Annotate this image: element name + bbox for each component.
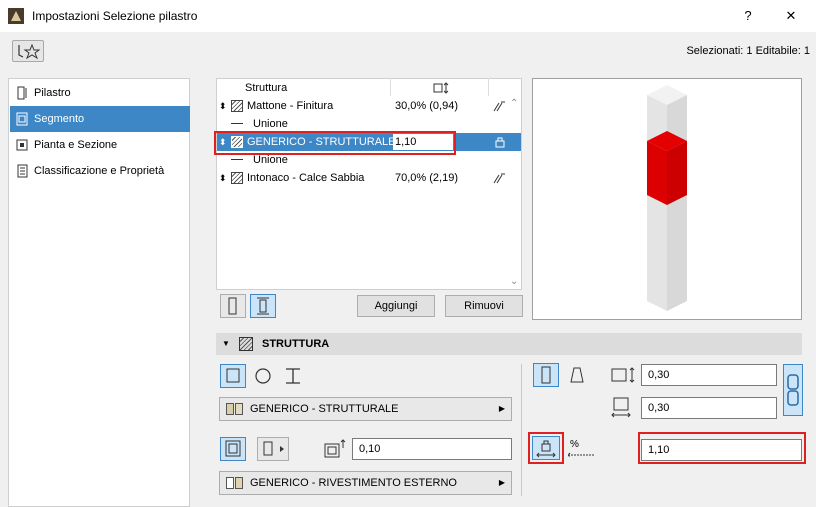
dimension-option-icon[interactable] [493, 99, 507, 113]
settings-nav-panel: Pilastro Segmento Pianta e Sezione Class… [8, 78, 190, 507]
circular-shape-button[interactable] [250, 364, 276, 388]
dropdown-value: GENERICO - RIVESTIMENTO ESTERNO [250, 477, 457, 489]
veneer-thickness-icon [324, 439, 346, 458]
favorites-button[interactable] [12, 40, 44, 62]
thickness-icon [433, 82, 449, 94]
list-row[interactable]: ⬍ Mattone - Finitura 30,0% (0,94) [217, 97, 521, 115]
column-divider [390, 78, 391, 96]
dimension-line-icon [567, 452, 594, 458]
archicad-app-icon [8, 8, 24, 24]
core-material-dropdown[interactable]: GENERICO - STRUTTURALE ▶ [219, 397, 512, 421]
material-swatch-icon [226, 403, 234, 415]
rectangular-shape-button[interactable] [220, 364, 246, 388]
dropdown-value: GENERICO - STRUTTURALE [250, 403, 399, 415]
selection-count: Selezionati: 1 Editabile: 1 [686, 45, 810, 57]
lock-option-icon[interactable] [493, 135, 507, 149]
nav-item-label: Classificazione e Proprietà [34, 165, 165, 177]
nav-item-pilastro[interactable]: Pilastro [10, 80, 190, 106]
veneer-icon [225, 440, 241, 457]
row-value: 30,0% (0,94) [395, 100, 458, 112]
column-3d-preview [647, 85, 687, 311]
material-swatch-icon [226, 477, 234, 489]
straight-column-icon [541, 366, 551, 384]
column-view-icon [228, 297, 237, 315]
lock-icon [536, 440, 556, 458]
nav-item-label: Pilastro [34, 87, 71, 99]
nav-item-label: Segmento [34, 113, 85, 125]
chevron-right-icon: ▶ [498, 404, 505, 413]
core-thickness-field[interactable]: 1,10 [641, 439, 802, 461]
nav-item-segmento[interactable]: Segmento [10, 106, 190, 132]
separator-line [231, 159, 243, 160]
circle-icon [255, 368, 271, 384]
veneer-material-dropdown[interactable]: GENERICO - RIVESTIMENTO ESTERNO ▶ [219, 471, 512, 495]
scroll-up-icon[interactable]: ⌃ [510, 98, 518, 109]
favorites-icon [18, 43, 41, 60]
chain-link-icon [787, 374, 799, 406]
steel-profile-button[interactable] [280, 364, 306, 388]
nav-item-label: Pianta e Sezione [34, 139, 118, 151]
material-swatch-icon [235, 403, 243, 415]
column-header-name: Struttura [245, 82, 288, 94]
veneer-thickness-field[interactable]: 0,10 [352, 438, 512, 460]
row-value: 70,0% (2,19) [395, 172, 458, 184]
vertical-divider [521, 364, 522, 496]
window-title: Impostazioni Selezione pilastro [32, 9, 198, 23]
chevron-right-icon: ▶ [498, 478, 505, 487]
segment-view-icon [257, 297, 269, 315]
remove-button[interactable]: Rimuovi [445, 295, 523, 317]
width-icon [611, 367, 635, 383]
hatch-icon [231, 100, 243, 112]
rectangle-icon [226, 368, 240, 383]
material-swatch-icon [235, 477, 243, 489]
column-preview [532, 78, 802, 320]
view-segment-button[interactable] [250, 294, 276, 318]
structure-list: Struttura ⬍ Mattone - Finitura 30,0% (0,… [216, 78, 522, 290]
link-dimensions-button[interactable] [783, 364, 803, 416]
veneer-type-icon [263, 441, 284, 456]
percentage-toggle[interactable]: % [566, 438, 598, 462]
column-icon [17, 86, 27, 100]
row-name: Intonaco - Calce Sabbia [247, 172, 365, 184]
column-divider [488, 78, 489, 96]
veneer-type-dropdown[interactable] [257, 437, 289, 461]
scroll-down-icon[interactable]: ⌄ [510, 276, 518, 287]
highlight-box [214, 131, 456, 155]
i-beam-icon [286, 368, 300, 384]
nav-item-pianta-sezione[interactable]: Pianta e Sezione [10, 132, 190, 158]
add-button[interactable]: Aggiungi [357, 295, 435, 317]
veneer-toggle-button[interactable] [220, 437, 246, 461]
hatch-icon [239, 337, 253, 351]
tapered-column-button[interactable] [564, 363, 590, 387]
reorder-icon[interactable]: ⬍ [219, 97, 227, 115]
width-field[interactable]: 0,30 [641, 364, 777, 386]
classification-icon [17, 164, 28, 178]
hatch-icon [231, 172, 243, 184]
tapered-column-icon [570, 367, 584, 383]
collapse-arrow-icon[interactable]: ▼ [222, 339, 230, 348]
list-row[interactable]: ⬍ Intonaco - Calce Sabbia 70,0% (2,19) [217, 169, 521, 187]
separator-line [231, 123, 243, 124]
segment-icon [16, 112, 28, 126]
depth-icon [611, 397, 631, 418]
lock-thickness-button[interactable] [532, 436, 560, 460]
dimension-option-icon[interactable] [493, 171, 507, 185]
plan-section-icon [16, 139, 28, 151]
depth-field[interactable]: 0,30 [641, 397, 777, 419]
list-header: Struttura [217, 79, 521, 97]
view-column-button[interactable] [220, 294, 246, 318]
row-name: Mattone - Finitura [247, 100, 334, 112]
straight-column-button[interactable] [533, 363, 559, 387]
help-button[interactable]: ? [736, 6, 760, 26]
section-title: STRUTTURA [262, 338, 330, 350]
reorder-icon[interactable]: ⬍ [219, 169, 227, 187]
close-button[interactable]: ✕ [776, 6, 806, 26]
nav-item-classificazione[interactable]: Classificazione e Proprietà [10, 158, 190, 184]
percent-label: % [570, 439, 579, 450]
